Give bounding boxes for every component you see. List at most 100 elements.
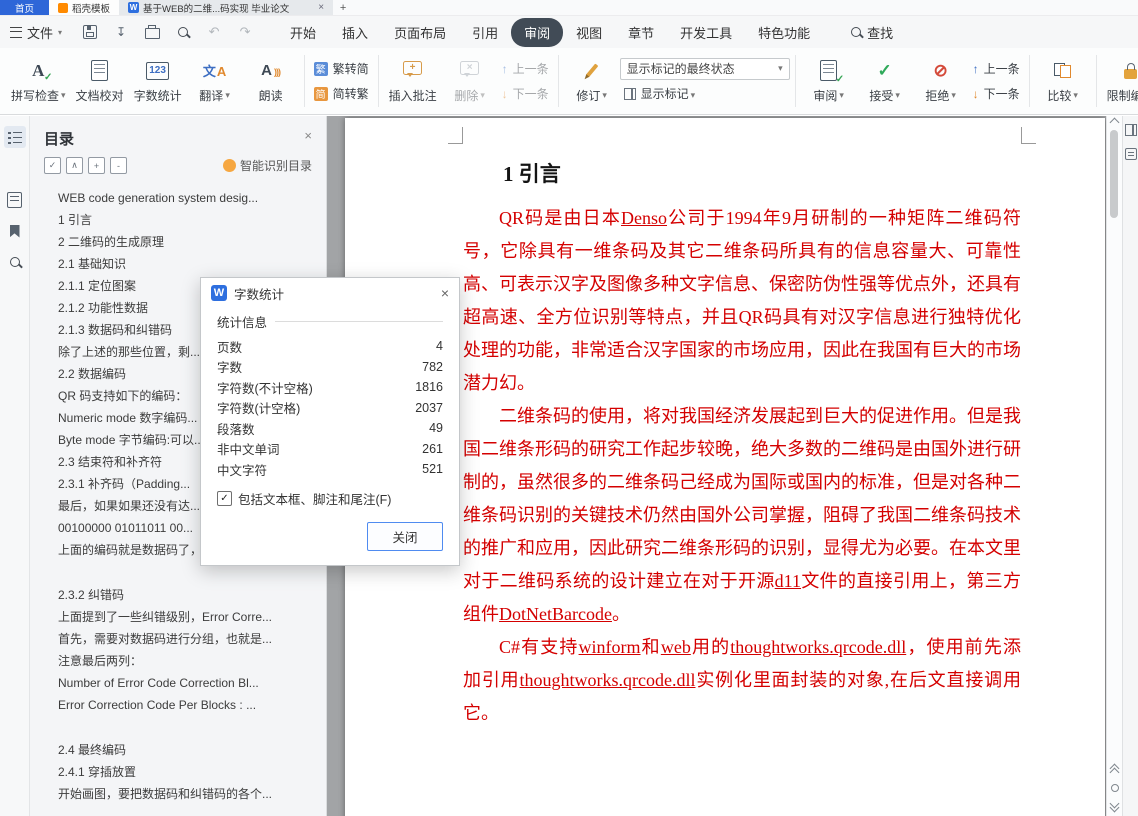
read-aloud-button[interactable]: 朗读 — [243, 51, 299, 111]
bookmark-button[interactable] — [4, 220, 26, 242]
traditional-icon — [314, 62, 328, 76]
simp-to-trad-button[interactable]: 简转繁 — [310, 83, 373, 105]
arrow-up-icon: ↑ — [502, 62, 508, 76]
toc-item[interactable]: Number of Error Code Correction Bl... — [58, 672, 318, 694]
stat-row-words: 字数782 — [217, 357, 443, 378]
menu-tab-view[interactable]: 视图 — [563, 18, 615, 47]
toc-item[interactable]: 首先，需要对数据码进行分组，也就是... — [58, 628, 318, 650]
ribbon-separator — [378, 55, 379, 107]
toc-item[interactable]: 开始画图，要把数据码和纠错码的各个... — [58, 783, 318, 805]
restrict-edit-button[interactable]: 限制编辑 — [1102, 51, 1138, 111]
menu-tab-dev-tools[interactable]: 开发工具 — [667, 18, 745, 47]
toc-expand-icon[interactable] — [88, 157, 105, 174]
menu-tab-chapter[interactable]: 章节 — [615, 18, 667, 47]
next-page-button[interactable] — [1111, 800, 1118, 811]
scroll-up-icon[interactable] — [1110, 118, 1120, 128]
toc-item[interactable]: 2.4 最终编码 — [58, 739, 318, 761]
export-button[interactable]: ↧ — [113, 24, 129, 40]
menu-tab-start[interactable]: 开始 — [277, 18, 329, 47]
delete-comment-button[interactable]: 删除 — [442, 51, 498, 111]
simplified-icon — [314, 87, 328, 101]
ribbon-separator — [558, 55, 559, 107]
translate-button[interactable]: 翻译 — [187, 51, 243, 111]
toc-title: 目录 — [44, 131, 74, 148]
content-area: 目录 × 智能识别目录 WEB code generation system d… — [0, 116, 1138, 816]
menu-tab-references[interactable]: 引用 — [459, 18, 511, 47]
next-change-button[interactable]: ↓ 下一条 — [969, 83, 1024, 105]
close-toc-icon[interactable]: × — [304, 128, 312, 143]
toc-item[interactable]: 2.3.2 纠错码 — [58, 584, 318, 606]
toc-item[interactable]: 上面提到了一些纠错级别，Error Corre... — [58, 606, 318, 628]
trad-to-simp-button[interactable]: 繁转简 — [310, 58, 373, 80]
close-button[interactable]: 关闭 — [367, 522, 443, 551]
outline-icon — [8, 131, 22, 144]
window-tab-bar: 首页 稻壳模板 基于WEB的二维...码实现 毕业论文 × + — [0, 0, 1138, 16]
arrow-down-icon: ↓ — [973, 87, 979, 101]
close-tab-icon[interactable]: × — [318, 2, 324, 13]
insert-comment-button[interactable]: 插入批注 — [384, 51, 442, 111]
menu-tab-review[interactable]: 审阅 — [511, 18, 563, 47]
toc-level-icon[interactable] — [110, 157, 127, 174]
show-markup-button[interactable]: 显示标记 — [620, 83, 790, 105]
scrollbar-thumb[interactable] — [1110, 130, 1118, 218]
reject-slash-icon: ⊘ — [934, 61, 948, 81]
undo-button[interactable]: ↶ — [206, 24, 222, 40]
save-button[interactable] — [82, 24, 98, 40]
docer-icon — [58, 3, 68, 13]
nav-pane-icon — [7, 192, 22, 208]
next-comment-button[interactable]: ↓ 下一条 — [498, 83, 553, 105]
nav-pane-toggle[interactable] — [4, 189, 26, 211]
toc-item[interactable]: Error Correction Code Per Blocks : ... — [58, 694, 318, 716]
toc-item[interactable]: WEB code generation system desig... — [58, 187, 318, 209]
compare-button[interactable]: 比较 — [1035, 51, 1091, 111]
find-replace-button[interactable] — [4, 251, 26, 273]
spell-check-button[interactable]: A 拼写检查 — [6, 51, 71, 111]
comment-panel-icon[interactable] — [1125, 148, 1137, 160]
stat-row-non-chinese-words: 非中文单词261 — [217, 439, 443, 460]
toc-item[interactable]: 2 二维码的生成原理 — [58, 231, 318, 253]
stat-row-pages: 页数4 — [217, 336, 443, 357]
print-preview-icon — [178, 27, 188, 37]
markup-state-select[interactable]: 显示标记的最终状态 — [620, 58, 790, 80]
quick-access-toolbar: ↧ ↶ ↷ — [82, 24, 253, 40]
smart-toc-button[interactable]: 智能识别目录 — [223, 157, 312, 174]
menu-tab-insert[interactable]: 插入 — [329, 18, 381, 47]
toc-item[interactable]: 1 引言 — [58, 209, 318, 231]
accept-button[interactable]: ✓ 接受 — [857, 51, 913, 111]
previous-page-button[interactable] — [1111, 765, 1118, 776]
ribbon-separator — [795, 55, 796, 107]
track-changes-button[interactable]: 修订 — [564, 51, 620, 111]
toc-item[interactable]: 2.1 基础知识 — [58, 253, 318, 275]
review-ribbon: A 拼写检查 文档校对 字数统计 翻译 朗读 繁转简 简转繁 — [0, 48, 1138, 115]
print-button[interactable] — [144, 24, 160, 40]
new-tab-button[interactable]: + — [333, 0, 353, 15]
properties-panel-icon[interactable] — [1125, 124, 1137, 136]
proofread-button[interactable]: 文档校对 — [71, 51, 129, 111]
redo-button[interactable]: ↷ — [237, 24, 253, 40]
prev-comment-button[interactable]: ↑ 上一条 — [498, 58, 553, 80]
file-menu[interactable]: 文件 ▾ — [10, 23, 62, 42]
find-button[interactable]: 查找 — [851, 23, 893, 42]
dialog-title-bar[interactable]: 字数统计 × — [201, 278, 459, 308]
prev-change-button[interactable]: ↑ 上一条 — [969, 58, 1024, 80]
doc-paragraph-1: QR码是由日本Denso公司于1994年9月研制的一种矩阵二维码符号，它除具有一… — [463, 202, 1021, 400]
doc-heading: 1 引言 — [503, 158, 1021, 188]
include-textboxes-checkbox[interactable]: ✓ 包括文本框、脚注和尾注(F) — [217, 489, 443, 508]
review-button[interactable]: 审阅 — [801, 51, 857, 111]
toc-panel-toggle[interactable] — [4, 126, 26, 148]
menu-tab-page-layout[interactable]: 页面布局 — [381, 18, 459, 47]
word-count-button[interactable]: 字数统计 — [129, 51, 187, 111]
reject-button[interactable]: ⊘ 拒绝 — [913, 51, 969, 111]
menu-tab-special-features[interactable]: 特色功能 — [745, 18, 823, 47]
tab-home[interactable]: 首页 — [0, 0, 49, 15]
toc-collapse-icon[interactable] — [66, 157, 83, 174]
select-browse-object-button[interactable] — [1111, 784, 1119, 792]
toc-item[interactable]: 注意最后两列： — [58, 650, 318, 672]
vertical-scrollbar[interactable] — [1106, 116, 1122, 816]
tab-docer[interactable]: 稻壳模板 — [49, 0, 119, 15]
toc-check-icon[interactable] — [44, 157, 61, 174]
tab-document[interactable]: 基于WEB的二维...码实现 毕业论文 × — [119, 0, 333, 15]
close-dialog-icon[interactable]: × — [441, 285, 449, 301]
toc-item[interactable]: 2.4.1 穿插放置 — [58, 761, 318, 783]
print-preview-button[interactable] — [175, 24, 191, 40]
